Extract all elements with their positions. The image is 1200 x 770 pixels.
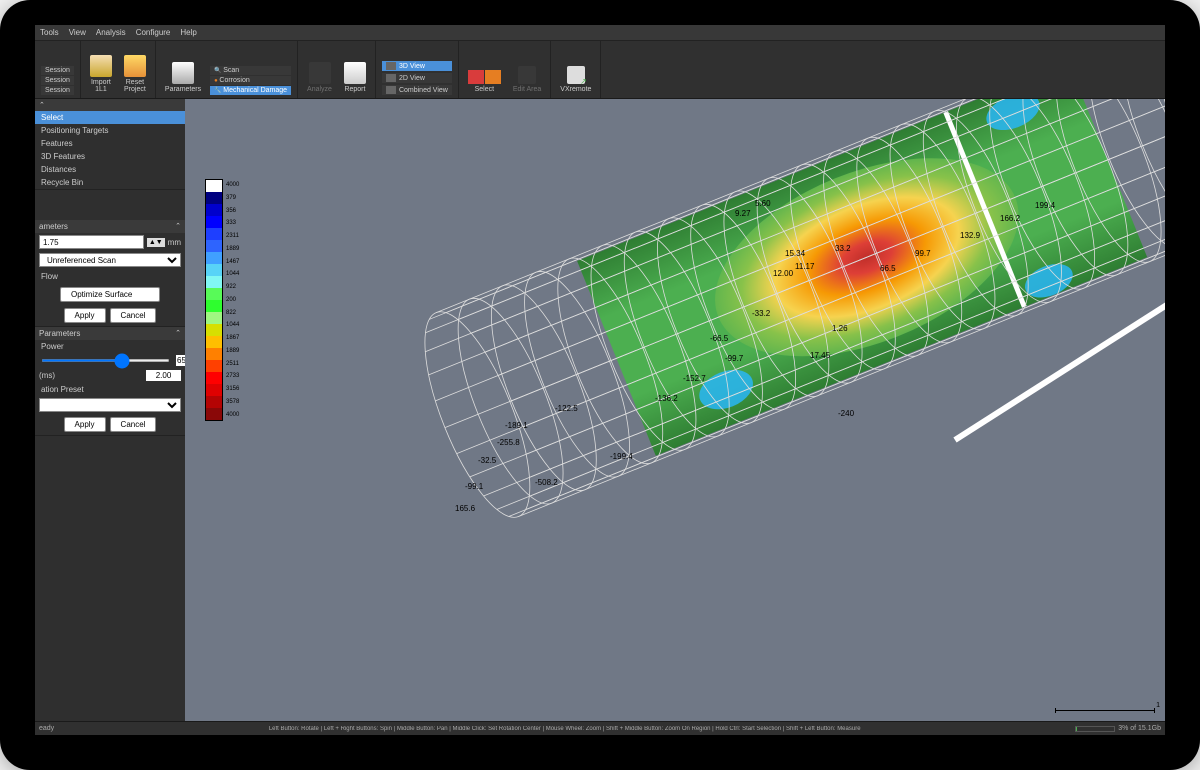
menu-help[interactable]: Help xyxy=(180,28,196,37)
color-legend: 4000379356333231118891467104492220082210… xyxy=(205,179,239,421)
mouse-hints: Left Button: Rotate | Left + Right Butto… xyxy=(54,726,1075,732)
preset-label: ation Preset xyxy=(35,383,185,396)
menu-view[interactable]: View xyxy=(69,28,86,37)
parameters-icon xyxy=(172,62,194,84)
editarea-icon xyxy=(518,66,536,84)
flow-label: Flow xyxy=(35,269,185,284)
tree-select[interactable]: Select xyxy=(35,111,185,124)
new-session[interactable]: Session xyxy=(41,66,74,75)
panel1-header[interactable]: ameters xyxy=(35,220,185,233)
cancel2-button[interactable]: Cancel xyxy=(110,417,157,432)
report-button[interactable]: Report xyxy=(341,60,369,95)
sidebar: Select Positioning Targets Features 3D F… xyxy=(35,99,185,721)
cancel1-button[interactable]: Cancel xyxy=(110,308,157,323)
view-combined[interactable]: Combined View xyxy=(382,85,452,95)
tree-3d-features[interactable]: 3D Features xyxy=(35,150,185,163)
menu-tools[interactable]: Tools xyxy=(40,28,59,37)
mode-scan[interactable]: Scan xyxy=(210,66,291,75)
menu-analysis[interactable]: Analysis xyxy=(96,28,126,37)
tree-header[interactable] xyxy=(35,99,185,111)
analyze-button[interactable]: Analyze xyxy=(304,60,335,95)
ribbon: Session Session Session Import 1L1 Reset… xyxy=(35,41,1165,99)
analyze-icon xyxy=(309,62,331,84)
tree-positioning[interactable]: Positioning Targets xyxy=(35,124,185,137)
parameters-button[interactable]: Parameters xyxy=(162,60,204,95)
menu-configure[interactable]: Configure xyxy=(136,28,171,37)
import-button[interactable]: Import 1L1 xyxy=(87,53,115,95)
mode-corrosion[interactable]: Corrosion xyxy=(210,76,291,85)
ms-label: (ms) xyxy=(39,371,55,380)
reset-icon xyxy=(124,55,146,77)
power-slider[interactable] xyxy=(41,359,170,362)
power-label: Power xyxy=(35,340,185,353)
editarea-button[interactable]: Edit Area xyxy=(510,64,544,95)
3d-viewport[interactable]: (function(){ const svgNS="http://www.w3.… xyxy=(185,99,1165,721)
tree-distances[interactable]: Distances xyxy=(35,163,185,176)
scale-label: 1 xyxy=(1156,702,1160,709)
ms-value[interactable]: 2.00 xyxy=(146,370,181,381)
view-3d[interactable]: 3D View xyxy=(382,61,452,71)
view-combined-icon xyxy=(386,86,396,94)
vxremote-icon: ↗ xyxy=(567,66,585,84)
view-2d[interactable]: 2D View xyxy=(382,73,452,83)
report-icon xyxy=(344,62,366,84)
tree-recycle[interactable]: Recycle Bin xyxy=(35,176,185,189)
panel2-header[interactable]: Parameters xyxy=(35,327,185,340)
open-session[interactable]: Session xyxy=(41,76,74,85)
optimize-button[interactable]: Optimize Surface xyxy=(60,287,160,302)
mode-mech-damage[interactable]: Mechanical Damage xyxy=(210,86,291,95)
select-icon-2 xyxy=(485,70,501,84)
resolution-input[interactable] xyxy=(39,235,144,249)
memory-indicator: 3% of 15.1Gb xyxy=(1075,725,1161,732)
select-button[interactable]: Select xyxy=(465,68,504,95)
view-3d-icon xyxy=(386,62,396,70)
tree-features[interactable]: Features xyxy=(35,137,185,150)
select-icon-1 xyxy=(468,70,484,84)
statusbar: eady Left Button: Rotate | Left + Right … xyxy=(35,721,1165,735)
status-ready: eady xyxy=(39,725,54,732)
unit-label: mm xyxy=(168,238,181,247)
view-2d-icon xyxy=(386,74,396,82)
apply2-button[interactable]: Apply xyxy=(64,417,106,432)
import-icon xyxy=(90,55,112,77)
cylinder-mesh xyxy=(185,99,1165,721)
reset-button[interactable]: Reset Project xyxy=(121,53,149,95)
scan-reference-select[interactable]: Unreferenced Scan xyxy=(39,253,181,267)
vxremote-button[interactable]: ↗ VXremote xyxy=(557,64,594,95)
save-session[interactable]: Session xyxy=(41,86,74,95)
menubar[interactable]: Tools View Analysis Configure Help xyxy=(35,25,1165,41)
apply1-button[interactable]: Apply xyxy=(64,308,106,323)
scale-bar xyxy=(1055,710,1155,711)
preset-select[interactable] xyxy=(39,398,181,412)
